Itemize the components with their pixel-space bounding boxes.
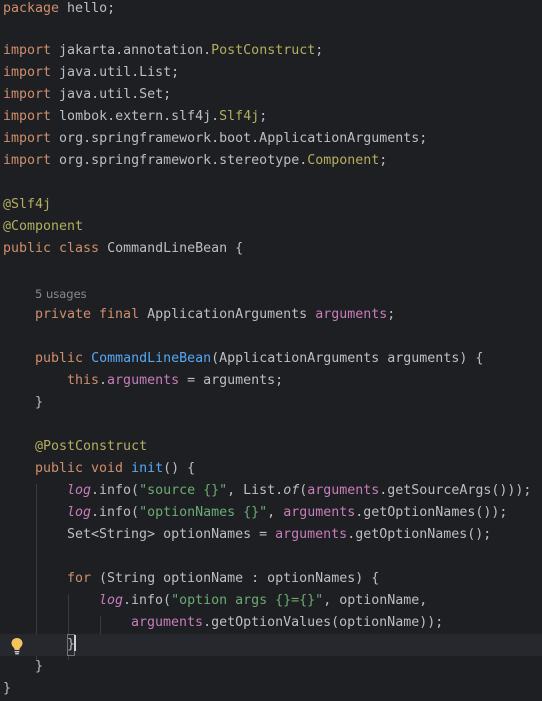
semicolon: ;: [259, 109, 268, 124]
code-line-current[interactable]: }: [0, 634, 542, 656]
code-line-import: import java.util.Set;: [3, 84, 171, 106]
code-line-import: import lombok.extern.slf4j.Slf4j;: [3, 106, 267, 128]
code-text: , optionName,: [323, 593, 428, 608]
code-text: (String optionName : optionNames) {: [91, 571, 380, 586]
lightbulb-icon[interactable]: [10, 637, 24, 655]
code-line-close-brace: }: [35, 395, 44, 410]
code-text: , List.: [227, 483, 284, 498]
type-name: ApplicationArguments: [139, 307, 316, 322]
import-path: lombok.extern.slf4j.: [51, 109, 220, 124]
code-line-ctor-body: this.arguments = arguments;: [67, 370, 283, 392]
log-field: log: [99, 593, 124, 608]
field-name: arguments: [107, 373, 180, 388]
code-line-close-brace: }: [35, 659, 44, 674]
call: .info(: [123, 593, 172, 608]
import-path: jakarta.annotation.: [51, 43, 212, 58]
string-literal: "option args {}={}": [171, 593, 324, 608]
code-text: .getSourceArgs()));: [379, 483, 532, 498]
field-name: arguments: [131, 615, 204, 630]
code-line-import: import jakarta.annotation.PostConstruct;: [3, 40, 323, 62]
keyword: public: [35, 351, 84, 366]
annotation-component: @Component: [3, 219, 84, 234]
annotation-postconstruct: @PostConstruct: [35, 439, 148, 454]
import-path: org.springframework.boot.ApplicationArgu…: [51, 131, 428, 146]
keyword: for: [67, 571, 92, 586]
keyword: import: [3, 87, 52, 102]
code-text: .getOptionValues(optionName));: [203, 615, 444, 630]
keyword: import: [3, 43, 52, 58]
code-line-log-option-args: log.info("option args {}={}", optionName…: [99, 590, 427, 612]
call: .info(: [91, 483, 140, 498]
code-line-import: import java.util.List;: [3, 62, 179, 84]
code-editor[interactable]: package hello; import jakarta.annotation…: [0, 0, 542, 701]
string-literal: "optionNames {}": [139, 505, 268, 520]
keyword: import: [3, 109, 52, 124]
package-name: hello;: [59, 1, 116, 16]
method-name: init: [131, 461, 164, 476]
keyword: private final: [35, 307, 140, 322]
import-path: java.util.List;: [51, 65, 180, 80]
semicolon: ;: [387, 307, 396, 322]
import-path: org.springframework.stereotype.: [51, 153, 308, 168]
code-line-ctor: public CommandLineBean(ApplicationArgume…: [35, 348, 483, 370]
semicolon: ;: [315, 43, 324, 58]
keyword: public class: [3, 241, 100, 256]
code-line-import: import org.springframework.boot.Applicat…: [3, 128, 427, 150]
text-caret: [74, 635, 76, 651]
annotation-slf4j: @Slf4j: [3, 197, 52, 212]
code-line-field: private final ApplicationArguments argum…: [35, 304, 395, 326]
method-params: () {: [163, 461, 196, 476]
code-text: .getOptionNames();: [347, 527, 492, 542]
import-class: Component: [307, 153, 380, 168]
import-path: java.util.Set;: [51, 87, 172, 102]
code-text: .getOptionNames());: [355, 505, 508, 520]
field-name: arguments: [275, 527, 348, 542]
keyword: import: [3, 65, 52, 80]
usages-hint[interactable]: 5 usages: [35, 283, 87, 305]
keyword: import: [3, 131, 52, 146]
import-class: Slf4j: [219, 109, 260, 124]
code-text: ,: [267, 505, 284, 520]
dot: .: [99, 373, 108, 388]
keyword: this: [67, 373, 100, 388]
field-name: arguments: [307, 483, 380, 498]
code-line-log-optionnames: log.info("optionNames {}", arguments.get…: [67, 502, 507, 524]
code-line-final-brace: }: [3, 681, 12, 696]
keyword: import: [3, 153, 52, 168]
static-method: of: [283, 483, 300, 498]
log-field: log: [67, 483, 92, 498]
class-name: CommandLineBean {: [99, 241, 244, 256]
code-line-log-source: log.info("source {}", List.of(arguments.…: [67, 480, 531, 502]
field-name: arguments: [315, 307, 388, 322]
code-line-import: import org.springframework.stereotype.Co…: [3, 150, 387, 172]
call: .info(: [91, 505, 140, 520]
code-text: Set<String> optionNames =: [67, 527, 276, 542]
code-line-set: Set<String> optionNames = arguments.getO…: [67, 524, 491, 546]
semicolon: ;: [379, 153, 388, 168]
code-line-package: package hello;: [3, 0, 115, 20]
ctor-params: (ApplicationArguments arguments) {: [211, 351, 484, 366]
log-field: log: [67, 505, 92, 520]
string-literal: "source {}": [139, 483, 228, 498]
code-line-for: for (String optionName : optionNames) {: [67, 568, 379, 590]
field-name: arguments: [283, 505, 356, 520]
code-line-class-decl: public class CommandLineBean {: [3, 238, 243, 260]
assignment: = arguments;: [179, 373, 284, 388]
keyword: package: [3, 1, 60, 16]
keyword: public void: [35, 461, 124, 476]
ctor-name: CommandLineBean: [91, 351, 212, 366]
code-line-method-decl: public void init() {: [35, 458, 195, 480]
code-line-log-continuation: arguments.getOptionValues(optionName));: [131, 612, 443, 634]
import-class: PostConstruct: [211, 43, 316, 58]
